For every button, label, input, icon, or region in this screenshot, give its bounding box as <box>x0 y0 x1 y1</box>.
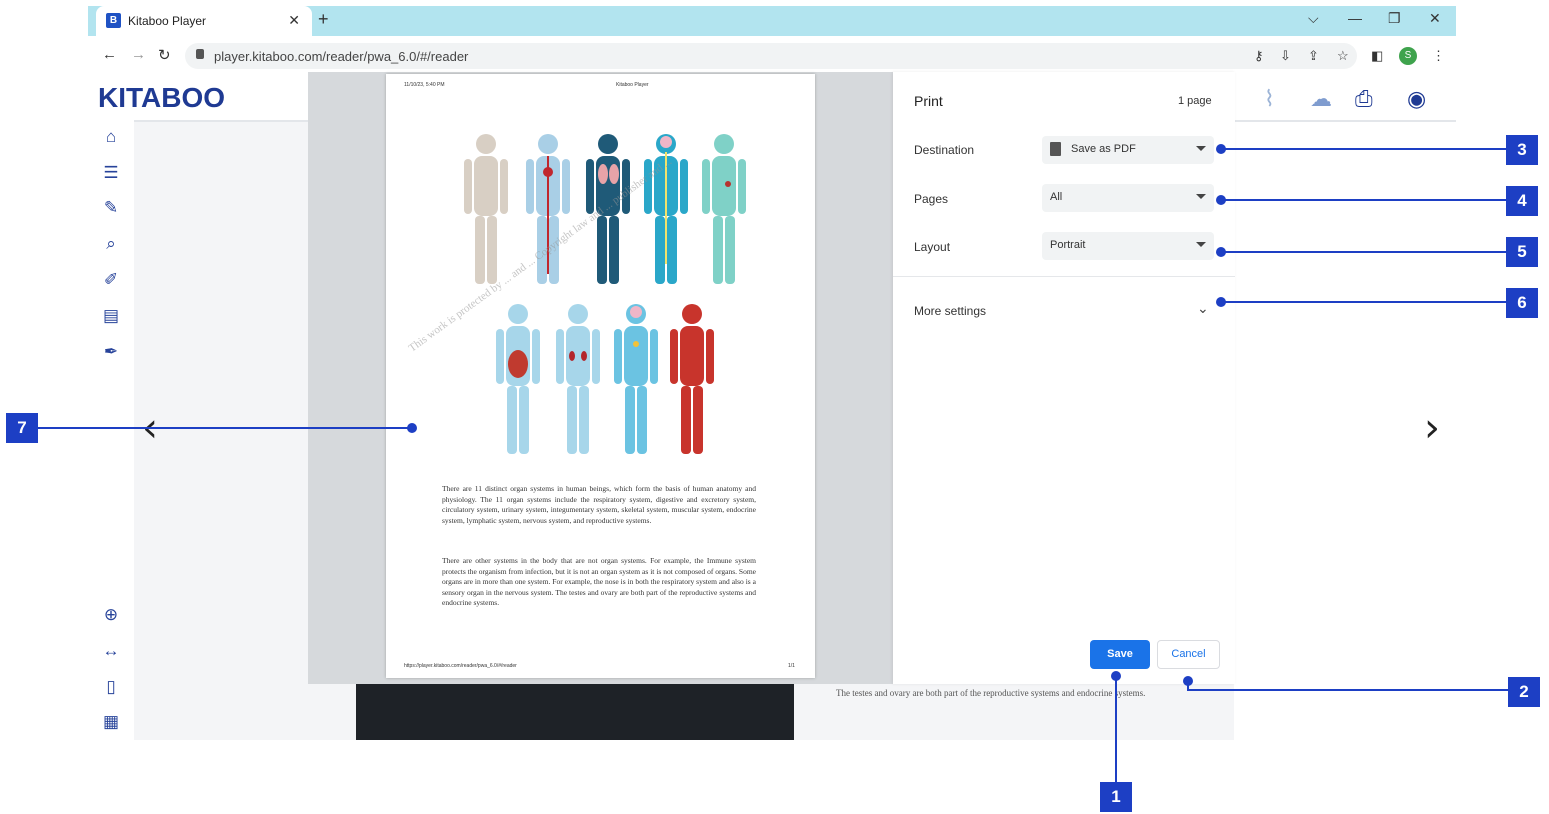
annotation-badge-3: 3 <box>1506 135 1538 165</box>
annotation-badge-2: 2 <box>1508 677 1540 707</box>
annotation-badge-1: 1 <box>1100 782 1132 812</box>
annotation-badge-6: 6 <box>1506 288 1538 318</box>
annotation-callout-lines <box>38 144 1508 782</box>
annotation-badge-7: 7 <box>6 413 38 443</box>
annotation-badge-4: 4 <box>1506 186 1538 216</box>
annotation-badge-5: 5 <box>1506 237 1538 267</box>
